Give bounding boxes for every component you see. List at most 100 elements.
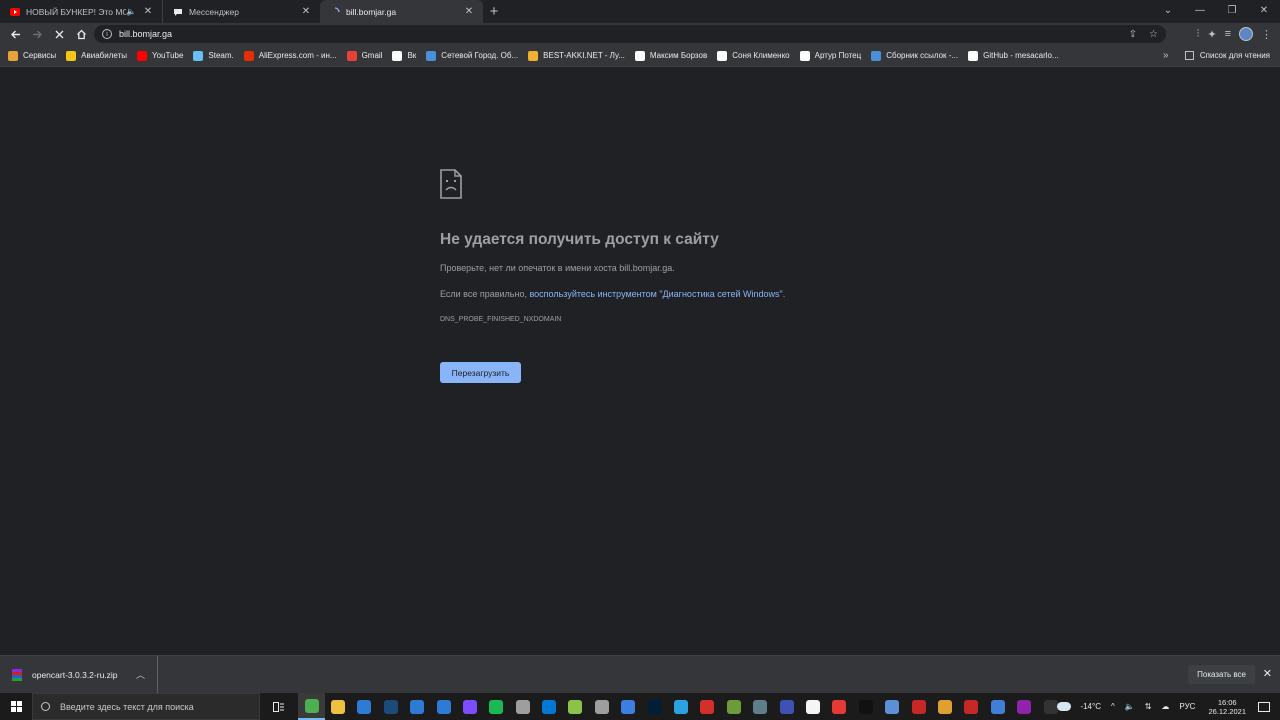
bookmark-item[interactable]: GitHub - mesacarlo... — [968, 50, 1059, 61]
taskbar-app-disk[interactable] — [510, 693, 536, 720]
taskbar-app-game-launcher[interactable] — [905, 693, 931, 720]
taskbar-app-steam[interactable] — [378, 693, 404, 720]
equalizer-extension-icon[interactable]: ⫶ — [1197, 28, 1200, 41]
taskbar-app-winrar[interactable] — [1011, 693, 1037, 720]
taskbar-app-tiktok[interactable] — [853, 693, 879, 720]
network-icon[interactable]: ⇅ — [1145, 702, 1152, 711]
taskbar-app-chrome-dev[interactable] — [457, 693, 483, 720]
bookmark-item[interactable]: Максим Борзов — [634, 50, 707, 61]
start-button[interactable] — [0, 693, 32, 720]
notepad-plus-icon — [568, 699, 583, 714]
taskbar-app-network-app[interactable] — [773, 693, 799, 720]
media-queue-icon[interactable]: ≡ — [1225, 28, 1231, 40]
taskbar-app-browser-alt[interactable] — [985, 693, 1011, 720]
taskbar-app-filezilla[interactable] — [958, 693, 984, 720]
taskbar-app-photoshop[interactable] — [641, 693, 667, 720]
network-app-icon — [779, 699, 794, 714]
plane-icon — [66, 50, 77, 61]
bookmark-label: Соня Клименко — [732, 51, 790, 60]
taskbar-app-image-viewer[interactable] — [747, 693, 773, 720]
gmail-icon — [346, 50, 357, 61]
bookmark-item[interactable]: Сервисы — [8, 50, 56, 61]
window-app-icon — [410, 699, 425, 714]
reload-button[interactable]: Перезагрузить — [440, 362, 521, 383]
volume-icon[interactable]: 🔈 — [1125, 702, 1135, 711]
network-diagnostics-link[interactable]: воспользуйтесь инструментом "Диагностика… — [529, 289, 782, 299]
bookmark-item[interactable]: BEST-AKKI.NET - Лу... — [528, 50, 625, 61]
chevron-up-icon[interactable]: ^ — [1111, 702, 1115, 711]
bookmark-item[interactable]: YouTube — [136, 50, 183, 61]
download-item[interactable]: opencart-3.0.3.2-ru.zip ︿ — [0, 655, 158, 694]
notification-center-icon[interactable] — [1258, 701, 1270, 712]
speaker-icon[interactable]: 🔈 — [126, 7, 136, 16]
back-button[interactable] — [4, 23, 26, 45]
extensions-puzzle-icon[interactable]: ✦ — [1207, 28, 1216, 41]
stop-loading-button[interactable] — [48, 23, 70, 45]
taskbar-app-wps[interactable] — [694, 693, 720, 720]
site-info-icon[interactable]: i — [102, 29, 112, 39]
bookmark-item[interactable]: Соня Клименко — [717, 50, 790, 61]
taskbar-app-spotify[interactable] — [483, 693, 509, 720]
bookmark-item[interactable]: Артур Потец — [799, 50, 861, 61]
profile-avatar[interactable] — [1239, 27, 1253, 41]
temperature-text[interactable]: -14°C — [1080, 702, 1101, 711]
taskbar-app-mail[interactable] — [430, 693, 456, 720]
close-shelf-icon[interactable]: ✕ — [1263, 667, 1272, 680]
record-icon — [832, 699, 847, 714]
bookmark-item[interactable]: Авиабилеты — [66, 50, 127, 61]
home-button[interactable] — [70, 23, 92, 45]
bookmark-item[interactable]: Steam. — [193, 50, 234, 61]
tab-close-icon[interactable]: ✕ — [142, 6, 154, 17]
tab-search-icon[interactable]: ⌄ — [1152, 0, 1184, 20]
bookmark-star-icon[interactable]: ☆ — [1149, 29, 1158, 40]
forward-button[interactable] — [26, 23, 48, 45]
bookmark-item[interactable]: Сборник ссылок -... — [871, 50, 958, 61]
taskbar-app-store[interactable] — [351, 693, 377, 720]
taskbar-app-orange-app[interactable] — [932, 693, 958, 720]
windows-taskbar: Введите здесь текст для поиска -14°C ^ 🔈… — [0, 693, 1280, 720]
tab-active-bill[interactable]: bill.bomjar.ga ✕ — [320, 0, 483, 23]
tab-messenger[interactable]: Мессенджер ✕ — [162, 0, 320, 23]
share-icon[interactable]: ⇪ — [1129, 29, 1137, 40]
qbittorrent-icon — [621, 699, 636, 714]
bookmark-item[interactable]: AliExpress.com - ин... — [243, 50, 337, 61]
tab-close-icon[interactable]: ✕ — [463, 6, 475, 17]
taskbar-app-chrome[interactable] — [298, 693, 325, 720]
onedrive-icon[interactable]: ☁ — [1161, 702, 1169, 711]
new-tab-button[interactable]: + — [483, 0, 505, 23]
chevron-up-icon[interactable]: ︿ — [136, 668, 145, 681]
menu-kebab-icon[interactable]: ⋮ — [1261, 28, 1272, 41]
reading-list-button[interactable]: Список для чтения — [1184, 51, 1270, 60]
taskbar-app-minecraft[interactable] — [721, 693, 747, 720]
show-all-downloads-button[interactable]: Показать все — [1188, 665, 1255, 684]
taskbar-search-box[interactable]: Введите здесь текст для поиска — [32, 693, 260, 720]
taskbar-app-qbittorrent[interactable] — [615, 693, 641, 720]
task-view-button[interactable] — [266, 693, 292, 720]
taskbar-app-window-app[interactable] — [404, 693, 430, 720]
minimize-icon[interactable]: — — [1184, 0, 1216, 20]
taskbar-app-edit-app[interactable] — [879, 693, 905, 720]
taskbar-app-cube-app[interactable] — [589, 693, 615, 720]
restore-icon[interactable]: ❐ — [1216, 0, 1248, 20]
taskbar-app-notepad-plus[interactable] — [562, 693, 588, 720]
taskbar-clock[interactable]: 16:06 26.12.2021 — [1208, 698, 1246, 716]
taskbar-app-file-explorer[interactable] — [325, 693, 351, 720]
tab-youtube[interactable]: НОВЫЙ БУНКЕР! Это МОЁ - 🔈 ✕ — [0, 0, 162, 23]
taskbar-app-telegram[interactable] — [668, 693, 694, 720]
sad-page-icon — [440, 169, 462, 199]
taskbar-app-record[interactable] — [826, 693, 852, 720]
address-bar[interactable]: i bill.bomjar.ga ⇪ ☆ — [94, 25, 1166, 43]
weather-cloud-icon[interactable] — [1057, 702, 1072, 711]
bookmark-label: Gmail — [361, 51, 383, 60]
tab-close-icon[interactable]: ✕ — [300, 6, 312, 17]
bookmark-item[interactable]: Сетевой Город. Об... — [426, 50, 518, 61]
close-window-icon[interactable]: ✕ — [1248, 0, 1280, 20]
taskbar-app-document[interactable] — [800, 693, 826, 720]
bookmark-item[interactable]: Gmail — [346, 50, 383, 61]
more-bookmarks-button[interactable]: » — [1163, 50, 1169, 61]
bookmark-item[interactable]: Вк — [392, 50, 416, 61]
taskbar-app-vscode[interactable] — [536, 693, 562, 720]
tab-title: НОВЫЙ БУНКЕР! Это МОЁ - — [26, 6, 127, 17]
window-controls: ⌄ — ❐ ✕ — [1152, 0, 1280, 20]
language-indicator[interactable]: РУС — [1179, 702, 1195, 711]
